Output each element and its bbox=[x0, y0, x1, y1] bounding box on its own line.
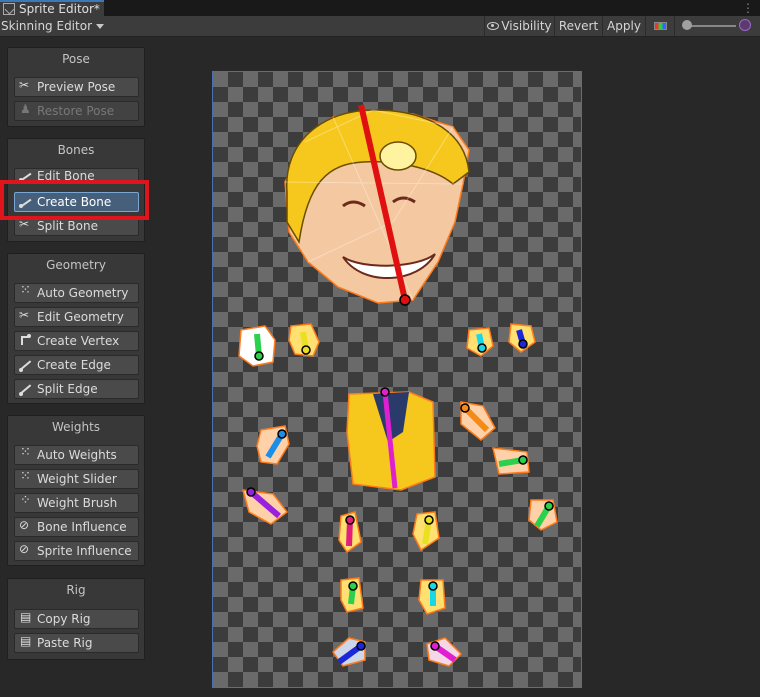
split-bone-icon bbox=[19, 217, 33, 233]
create-vertex-button[interactable]: Create Vertex bbox=[14, 331, 139, 351]
paste-icon bbox=[19, 634, 33, 650]
paste-rig-button[interactable]: Paste Rig bbox=[14, 633, 139, 653]
edit-geometry-button[interactable]: Edit Geometry bbox=[14, 307, 139, 327]
rig-panel-title: Rig bbox=[66, 583, 86, 597]
window-tab-strip: Sprite Editor* ⋮ bbox=[0, 0, 760, 16]
toolbar: Skinning Editor Visibility Revert Apply bbox=[0, 16, 760, 37]
eye-icon bbox=[487, 22, 500, 30]
create-vertex-label: Create Vertex bbox=[37, 334, 120, 348]
restore-pose-button[interactable]: Restore Pose bbox=[14, 101, 139, 121]
auto-weights-label: Auto Weights bbox=[37, 448, 117, 462]
create-edge-label: Create Edge bbox=[37, 358, 111, 372]
auto-geometry-button[interactable]: Auto Geometry bbox=[14, 283, 139, 303]
copy-rig-button[interactable]: Copy Rig bbox=[14, 609, 139, 629]
pose-panel: Pose Preview Pose Restore Pose bbox=[7, 47, 145, 127]
geometry-panel-title: Geometry bbox=[46, 258, 106, 272]
bone-icon bbox=[19, 195, 33, 209]
split-edge-button[interactable]: Split Edge bbox=[14, 379, 139, 399]
weight-brush-label: Weight Brush bbox=[37, 496, 118, 510]
weights-panel-title: Weights bbox=[51, 420, 101, 434]
sprite-artwork[interactable] bbox=[213, 72, 583, 689]
visibility-label: Visibility bbox=[501, 19, 552, 33]
split-bone-button[interactable]: Split Bone bbox=[14, 216, 139, 236]
weight-slider-button[interactable]: Weight Slider bbox=[14, 469, 139, 489]
bones-panel: Bones Edit Bone Create Bone Split Bone bbox=[7, 138, 145, 242]
edit-bone-label: Edit Bone bbox=[37, 169, 95, 183]
paste-rig-label: Paste Rig bbox=[37, 636, 93, 650]
apply-label: Apply bbox=[607, 19, 641, 33]
sprite-canvas[interactable] bbox=[212, 71, 582, 688]
weight-slider-label: Weight Slider bbox=[37, 472, 117, 486]
sprite-editor-icon bbox=[3, 3, 15, 15]
head-sprite[interactable] bbox=[284, 104, 470, 306]
bones-panel-title: Bones bbox=[57, 143, 95, 157]
weight-brush-button[interactable]: Weight Brush bbox=[14, 493, 139, 513]
color-mode-button[interactable] bbox=[645, 16, 675, 36]
auto-weights-button[interactable]: Auto Weights bbox=[14, 445, 139, 465]
bone-influence-label: Bone Influence bbox=[37, 520, 127, 534]
left-hand-sprites[interactable] bbox=[238, 323, 320, 367]
weight-slider-icon bbox=[19, 469, 33, 486]
auto-geometry-icon bbox=[19, 283, 33, 300]
mode-dropdown[interactable]: Skinning Editor bbox=[0, 16, 107, 36]
bone-influence-button[interactable]: Bone Influence bbox=[14, 517, 139, 537]
revert-label: Revert bbox=[558, 19, 599, 33]
edit-bone-icon bbox=[19, 169, 33, 183]
split-bone-label: Split Bone bbox=[37, 219, 98, 233]
tab-title: Sprite Editor* bbox=[19, 2, 100, 16]
preview-pose-button[interactable]: Preview Pose bbox=[14, 77, 139, 97]
rig-panel: Rig Copy Rig Paste Rig bbox=[7, 578, 145, 660]
chevron-down-icon bbox=[96, 23, 104, 29]
create-edge-icon bbox=[19, 358, 33, 372]
weights-panel: Weights Auto Weights Weight Slider Weigh… bbox=[7, 415, 145, 566]
apply-button[interactable]: Apply bbox=[602, 16, 645, 36]
scissors-icon bbox=[19, 78, 33, 94]
preview-pose-label: Preview Pose bbox=[37, 80, 116, 94]
sprite-editor-tab[interactable]: Sprite Editor* bbox=[0, 0, 104, 16]
edit-geometry-icon bbox=[19, 308, 33, 324]
sprite-influence-label: Sprite Influence bbox=[37, 544, 132, 558]
zoom-icon[interactable] bbox=[739, 19, 751, 31]
weight-brush-icon bbox=[19, 493, 33, 510]
zoom-slider-handle[interactable] bbox=[682, 20, 692, 30]
create-edge-button[interactable]: Create Edge bbox=[14, 355, 139, 375]
create-vertex-icon bbox=[19, 334, 33, 348]
restore-pose-label: Restore Pose bbox=[37, 104, 115, 118]
mode-dropdown-label: Skinning Editor bbox=[1, 19, 92, 33]
sprite-influence-button[interactable]: Sprite Influence bbox=[14, 541, 139, 561]
torso-sprite[interactable] bbox=[346, 387, 436, 491]
split-edge-icon bbox=[19, 382, 33, 396]
bone-influence-icon bbox=[19, 518, 33, 534]
revert-button[interactable]: Revert bbox=[554, 16, 602, 36]
pose-panel-title: Pose bbox=[62, 52, 90, 66]
color-swatch-icon bbox=[653, 22, 667, 30]
split-edge-label: Split Edge bbox=[37, 382, 98, 396]
auto-geometry-label: Auto Geometry bbox=[37, 286, 129, 300]
create-bone-label: Create Bone bbox=[37, 195, 112, 209]
geometry-panel: Geometry Auto Geometry Edit Geometry Cre… bbox=[7, 253, 145, 404]
edit-bone-button[interactable]: Edit Bone bbox=[14, 168, 139, 184]
copy-rig-label: Copy Rig bbox=[37, 612, 91, 626]
sprite-influence-icon bbox=[19, 542, 33, 558]
right-hand-sprites[interactable] bbox=[466, 323, 536, 357]
zoom-slider-track[interactable] bbox=[686, 25, 736, 27]
clipboard-icon bbox=[19, 610, 33, 626]
create-bone-button[interactable]: Create Bone bbox=[14, 192, 139, 212]
more-options-icon[interactable]: ⋮ bbox=[742, 1, 754, 15]
person-icon bbox=[19, 102, 33, 118]
auto-weights-icon bbox=[19, 445, 33, 462]
edit-geometry-label: Edit Geometry bbox=[37, 310, 124, 324]
visibility-button[interactable]: Visibility bbox=[484, 16, 554, 36]
